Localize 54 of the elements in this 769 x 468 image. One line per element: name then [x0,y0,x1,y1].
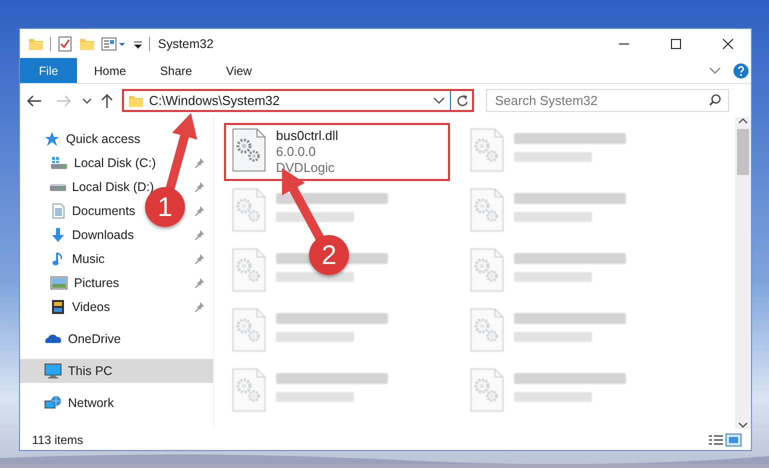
address-bar[interactable]: C:\Windows\System32 [122,89,474,112]
file-detail: 6.0.0.0 [276,144,317,160]
drive-icon [50,155,68,171]
up-arrow-icon [100,92,114,108]
help-icon[interactable] [733,62,749,78]
nav-item[interactable]: Pictures [74,276,120,290]
recent-locations-button[interactable] [82,96,92,104]
download-icon [50,227,66,243]
file-name: bus0ctrl.dll [276,128,338,144]
film-icon [50,299,66,315]
drive-icon [50,184,66,190]
nav-item[interactable]: Local Disk (C:) [74,156,156,170]
details-view-icon[interactable] [707,432,725,446]
monitor-icon [44,363,62,379]
nav-item[interactable]: OneDrive [68,332,121,346]
forward-arrow-icon [56,94,72,108]
refresh-icon [456,94,468,107]
ribbon-tab[interactable]: View [209,58,269,83]
file-detail: DVDLogic [276,160,336,176]
network-icon [44,395,62,411]
nav-item[interactable]: Downloads [72,228,134,242]
new-folder-icon [79,36,95,50]
nav-item[interactable]: Quick access [66,132,140,146]
back-button[interactable] [26,94,42,108]
file-menu-tab[interactable]: File [20,58,77,83]
up-button[interactable] [100,92,114,108]
scroll-up-icon [738,117,748,125]
file-item[interactable]: bus0ctrl.dll 6.0.0.0 DVDLogic [224,123,450,181]
picture-icon [50,275,68,291]
properties-icon[interactable] [57,36,73,52]
document-icon [50,203,66,219]
scroll-down-icon [738,421,748,429]
nav-item[interactable]: Documents [72,204,136,218]
item-count: 113 items [32,432,84,446]
search-field[interactable]: Search System32 [486,89,729,112]
chevron-down-icon [82,96,92,104]
ribbon-tab[interactable]: Share [143,58,210,83]
close-icon [723,38,733,48]
nav-item[interactable]: Network [68,396,114,410]
nav-item[interactable]: Videos [72,300,110,314]
back-arrow-icon [26,94,42,108]
view-options-icon[interactable] [101,36,127,52]
nav-item[interactable]: Music [72,252,105,266]
search-icon [709,94,721,106]
ribbon-tab[interactable]: Home [77,58,144,83]
scrollbar-thumb[interactable] [737,129,749,175]
window-title: System32 [158,36,215,50]
star-icon [44,131,60,147]
nav-item[interactable]: This PC [68,364,112,378]
maximize-icon [671,38,681,48]
folder-icon [128,94,144,108]
large-icons-view-icon[interactable] [725,432,743,446]
chevron-down-icon[interactable] [433,96,445,104]
folder-icon [28,36,44,50]
